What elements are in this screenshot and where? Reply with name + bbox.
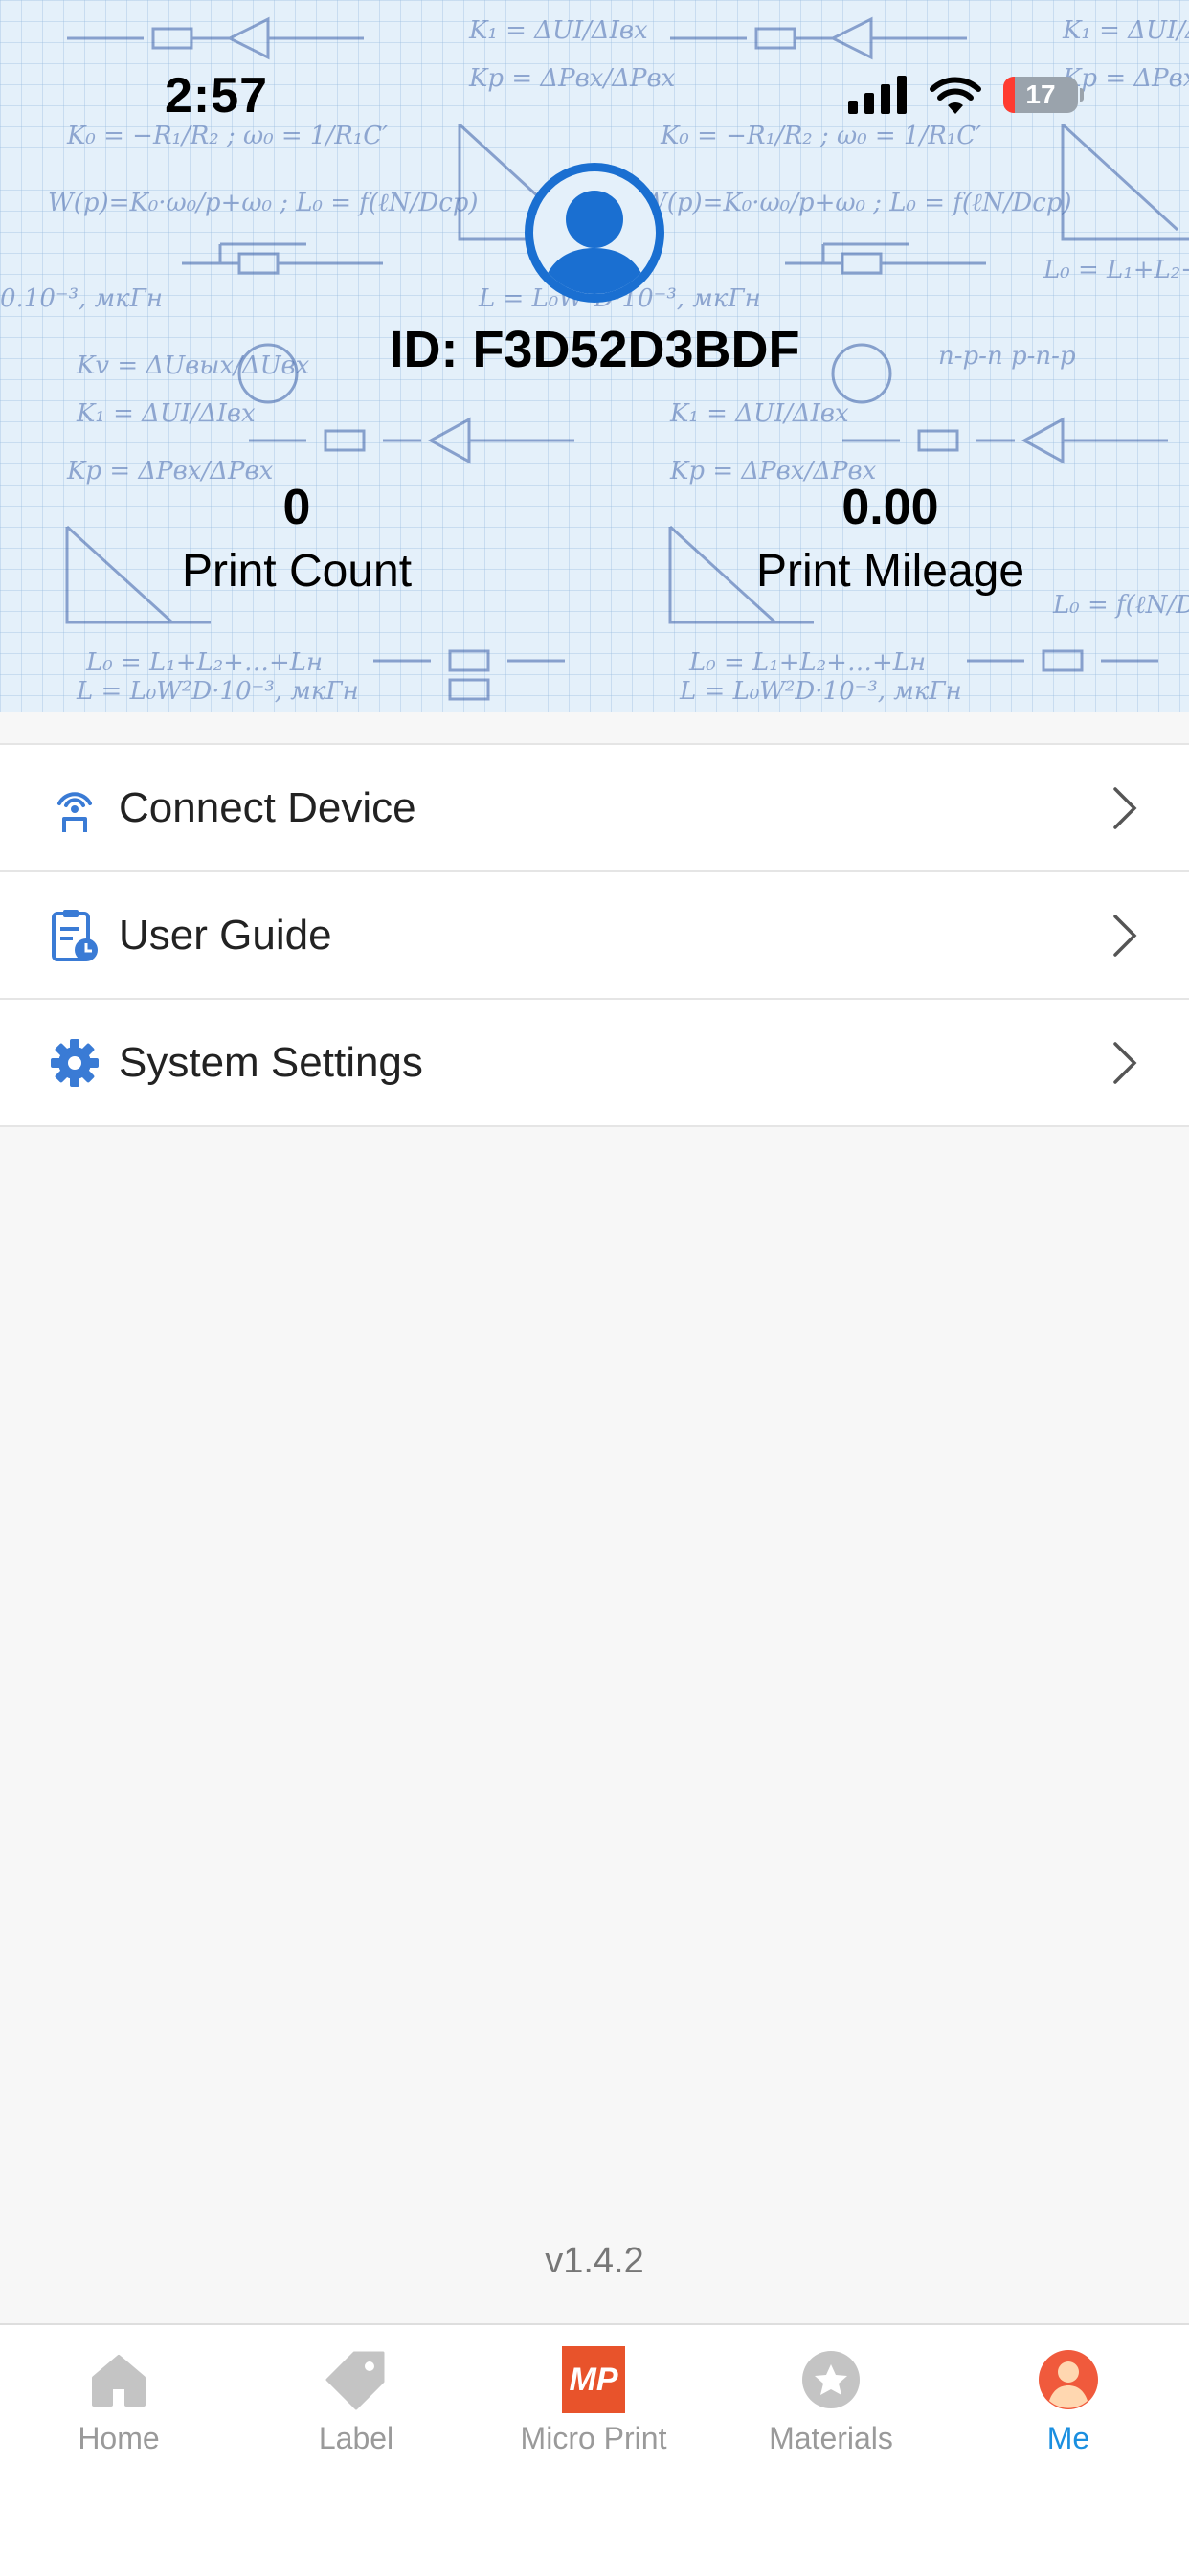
tab-materials[interactable]: Materials bbox=[712, 2348, 950, 2456]
avatar[interactable] bbox=[525, 163, 664, 303]
battery-icon: 17 bbox=[1003, 77, 1078, 113]
clipboard-clock-icon bbox=[46, 907, 103, 964]
micro-print-logo: MP bbox=[562, 2346, 625, 2413]
svg-text:0.10⁻³, мкГн: 0.10⁻³, мкГн bbox=[0, 284, 163, 313]
status-time: 2:57 bbox=[165, 68, 269, 124]
tag-icon bbox=[325, 2348, 388, 2411]
tab-label-label: Label bbox=[318, 2421, 394, 2455]
cellular-signal-icon bbox=[848, 76, 907, 114]
svg-text:K₁ = ΔUI/ΔIвх: K₁ = ΔUI/ΔIвх bbox=[669, 399, 849, 428]
settings-menu: Connect Device User Guide System Setting… bbox=[0, 743, 1189, 1127]
battery-tip bbox=[1080, 88, 1084, 102]
svg-text:L₀ = L₁+L₂+…+Lн: L₀ = L₁+L₂+…+Lн bbox=[688, 648, 926, 677]
gear-icon bbox=[46, 1034, 103, 1092]
tab-label-me: Me bbox=[1046, 2421, 1090, 2455]
svg-text:L₀ = L₁+L₂+…+Lн: L₀ = L₁+L₂+…+Lн bbox=[85, 648, 323, 677]
home-icon bbox=[87, 2348, 150, 2411]
signal-tower-icon bbox=[46, 780, 103, 837]
chevron-right-icon bbox=[1113, 787, 1137, 829]
svg-text:K₁ = ΔUI/ΔIвх: K₁ = ΔUI/ΔIвх bbox=[76, 399, 256, 428]
tab-label-home: Home bbox=[78, 2421, 160, 2455]
tab-micro-print[interactable]: MP Micro Print bbox=[475, 2346, 712, 2456]
print-count-stat: 0 Print Count bbox=[57, 477, 536, 605]
svg-text:L₀ = L₁+L₂+…: L₀ = L₁+L₂+… bbox=[1043, 256, 1189, 284]
menu-item-user-guide[interactable]: User Guide bbox=[0, 872, 1189, 1000]
status-icons: 17 bbox=[848, 75, 1084, 115]
user-avatar-icon bbox=[541, 191, 648, 294]
print-count-value: 0 bbox=[282, 480, 311, 535]
menu-label-user-guide: User Guide bbox=[119, 911, 332, 959]
app-version: v1.4.2 bbox=[545, 2241, 644, 2281]
print-mileage-value: 0.00 bbox=[841, 480, 939, 535]
materials-icon bbox=[799, 2348, 863, 2411]
tab-me[interactable]: Me bbox=[950, 2348, 1187, 2456]
tab-label-micro-print: Micro Print bbox=[520, 2421, 667, 2455]
battery-level: 17 bbox=[1025, 79, 1056, 109]
svg-text:L = L₀W²D·10⁻³, мкГн: L = L₀W²D·10⁻³, мкГн bbox=[679, 677, 962, 706]
print-count-label: Print Count bbox=[181, 546, 413, 597]
menu-label-connect-device: Connect Device bbox=[119, 783, 416, 831]
svg-text:W(p)=K₀·ω₀/p+ω₀ ; L₀ = f(ℓN/D: W(p)=K₀·ω₀/p+ω₀ ; L₀ = f(ℓN/Dcp) bbox=[48, 189, 479, 217]
status-bar: 2:57 17 bbox=[0, 0, 1189, 134]
chevron-right-icon bbox=[1113, 915, 1137, 957]
user-icon bbox=[1037, 2348, 1100, 2411]
menu-item-system-settings[interactable]: System Settings bbox=[0, 1000, 1189, 1127]
svg-text:W(p)=K₀·ω₀/p+ω₀ ; L₀ = f(ℓN/D: W(p)=K₀·ω₀/p+ω₀ ; L₀ = f(ℓN/Dcp) bbox=[641, 189, 1072, 217]
svg-text:L = L₀W²D·10⁻³, мкГн: L = L₀W²D·10⁻³, мкГн bbox=[76, 677, 359, 706]
print-mileage-stat: 0.00 Print Mileage bbox=[651, 477, 1130, 605]
print-mileage-label: Print Mileage bbox=[755, 546, 1025, 597]
tab-home[interactable]: Home bbox=[0, 2348, 237, 2456]
tab-label-materials: Materials bbox=[769, 2421, 893, 2455]
tab-label[interactable]: Label bbox=[237, 2348, 475, 2456]
chevron-right-icon bbox=[1113, 1042, 1137, 1084]
wifi-icon bbox=[930, 77, 981, 114]
micro-print-logo-text: MP bbox=[569, 2361, 618, 2398]
menu-item-connect-device[interactable]: Connect Device bbox=[0, 745, 1189, 872]
profile-header: K₀ = −R₁/R₂ ; ω₀ = 1/R₁C′ K₀ = −R₁/R₂ ; … bbox=[0, 0, 1189, 712]
user-id: ID: F3D52D3BDF bbox=[389, 321, 800, 378]
menu-label-system-settings: System Settings bbox=[119, 1038, 423, 1086]
tab-bar: Home Label MP Micro Print Materials Me bbox=[0, 2323, 1189, 2576]
